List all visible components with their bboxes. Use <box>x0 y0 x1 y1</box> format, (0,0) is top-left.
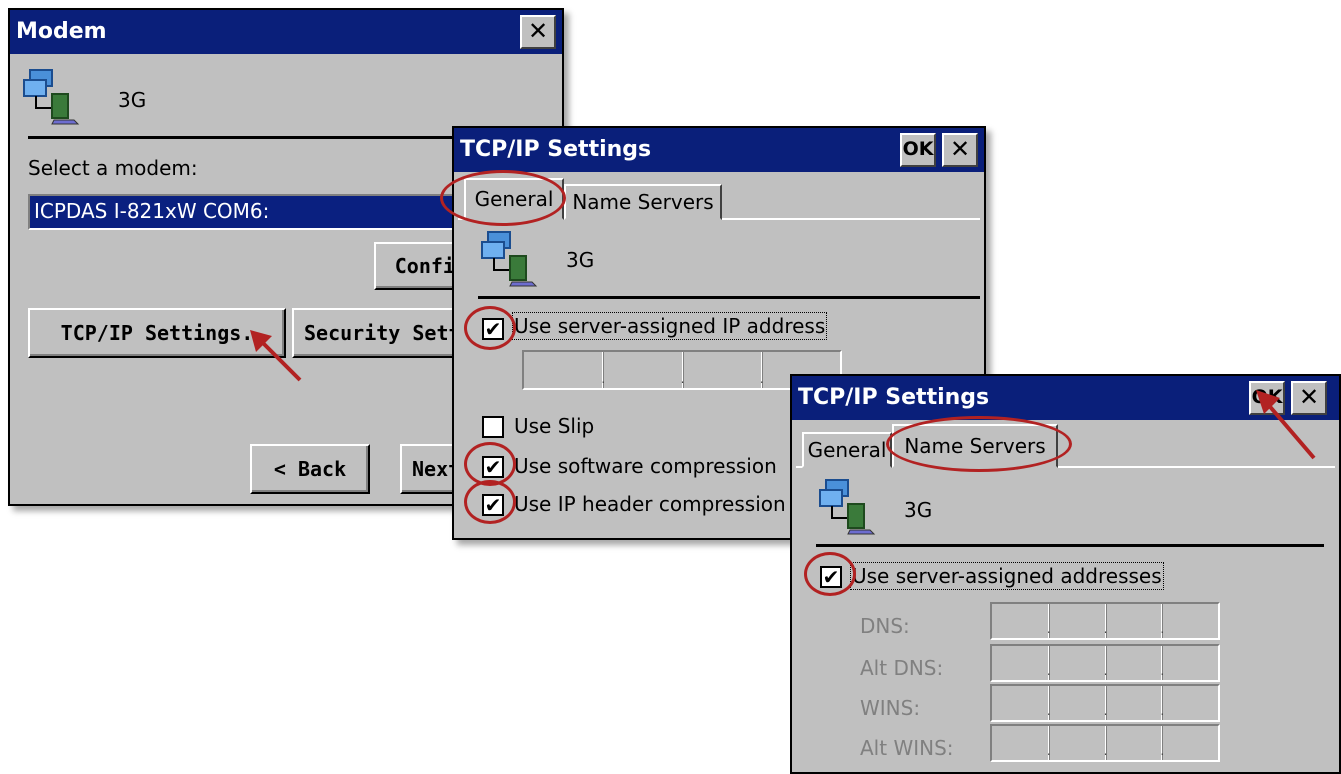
ip-octet <box>1162 604 1218 638</box>
select-modem-label: Select a modem: <box>28 156 198 180</box>
tab-name-servers[interactable]: Name Servers <box>564 184 722 220</box>
general-ok-button[interactable]: OK <box>900 133 936 167</box>
ip-octet: . <box>1106 646 1164 680</box>
ip-header-compression-checkbox[interactable]: ✔ <box>482 494 504 516</box>
ip-octet <box>1162 726 1218 760</box>
general-titlebar: TCP/IP Settings OK ✕ <box>454 128 984 172</box>
alt-wins-label: Alt WINS: <box>860 736 954 760</box>
back-button[interactable]: < Back <box>250 444 370 494</box>
ip-octet: . <box>992 686 1051 720</box>
ns-title: TCP/IP Settings <box>798 385 990 410</box>
modem-titlebar: Modem ✕ <box>10 10 562 54</box>
dns-label: DNS: <box>860 614 910 638</box>
ns-separator <box>816 544 1324 547</box>
use-slip-label: Use Slip <box>514 414 595 438</box>
ip-octet: . <box>992 726 1051 760</box>
annotation-arrow-tcpip <box>250 330 302 382</box>
modem-close-button[interactable]: ✕ <box>520 15 556 49</box>
tab-name-servers[interactable]: Name Servers <box>892 424 1058 468</box>
wins-label: WINS: <box>860 696 921 720</box>
ip-octet: . <box>1106 726 1164 760</box>
general-title: TCP/IP Settings <box>460 137 652 162</box>
modem-title: Modem <box>16 19 107 44</box>
ip-octet: . <box>524 352 605 388</box>
ip-octet: . <box>603 352 685 388</box>
ip-header-compression-label: Use IP header compression <box>514 492 786 516</box>
tab-general[interactable]: General <box>802 432 892 468</box>
server-ip-label: Use server-assigned IP address <box>511 312 828 340</box>
ip-octet <box>1162 646 1218 680</box>
ns-connection-name: 3G <box>904 498 933 522</box>
ip-octet: . <box>1049 604 1108 638</box>
alt-wins-field[interactable]: . . . <box>990 724 1220 762</box>
general-separator <box>478 296 980 299</box>
network-connection-icon <box>23 69 80 125</box>
ip-octet: . <box>1106 604 1164 638</box>
ip-octet: . <box>683 352 764 388</box>
alt-dns-field[interactable]: . . . <box>990 644 1220 682</box>
wins-field[interactable]: . . . <box>990 684 1220 722</box>
general-close-button[interactable]: ✕ <box>942 133 978 167</box>
software-compression-checkbox[interactable]: ✔ <box>482 456 504 478</box>
network-connection-icon <box>819 479 876 535</box>
server-ip-checkbox[interactable]: ✔ <box>482 318 504 340</box>
ip-octet: . <box>992 604 1051 638</box>
modem-connection-name: 3G <box>118 88 147 112</box>
annotation-arrow-ok <box>1256 390 1316 460</box>
ip-octet: . <box>1049 646 1108 680</box>
ip-octet <box>1162 686 1218 720</box>
ip-octet: . <box>1049 726 1108 760</box>
network-connection-icon <box>481 231 538 287</box>
alt-dns-label: Alt DNS: <box>860 656 944 680</box>
ip-octet: . <box>992 646 1051 680</box>
software-compression-label: Use software compression <box>514 454 777 478</box>
use-slip-checkbox[interactable] <box>482 416 504 438</box>
server-addresses-label: Use server-assigned addresses <box>850 562 1164 590</box>
dns-field[interactable]: . . . <box>990 602 1220 640</box>
ip-octet: . <box>1106 686 1164 720</box>
general-connection-name: 3G <box>566 248 595 272</box>
server-addresses-checkbox[interactable]: ✔ <box>820 566 842 588</box>
tab-general[interactable]: General <box>464 178 564 220</box>
ip-octet: . <box>1049 686 1108 720</box>
